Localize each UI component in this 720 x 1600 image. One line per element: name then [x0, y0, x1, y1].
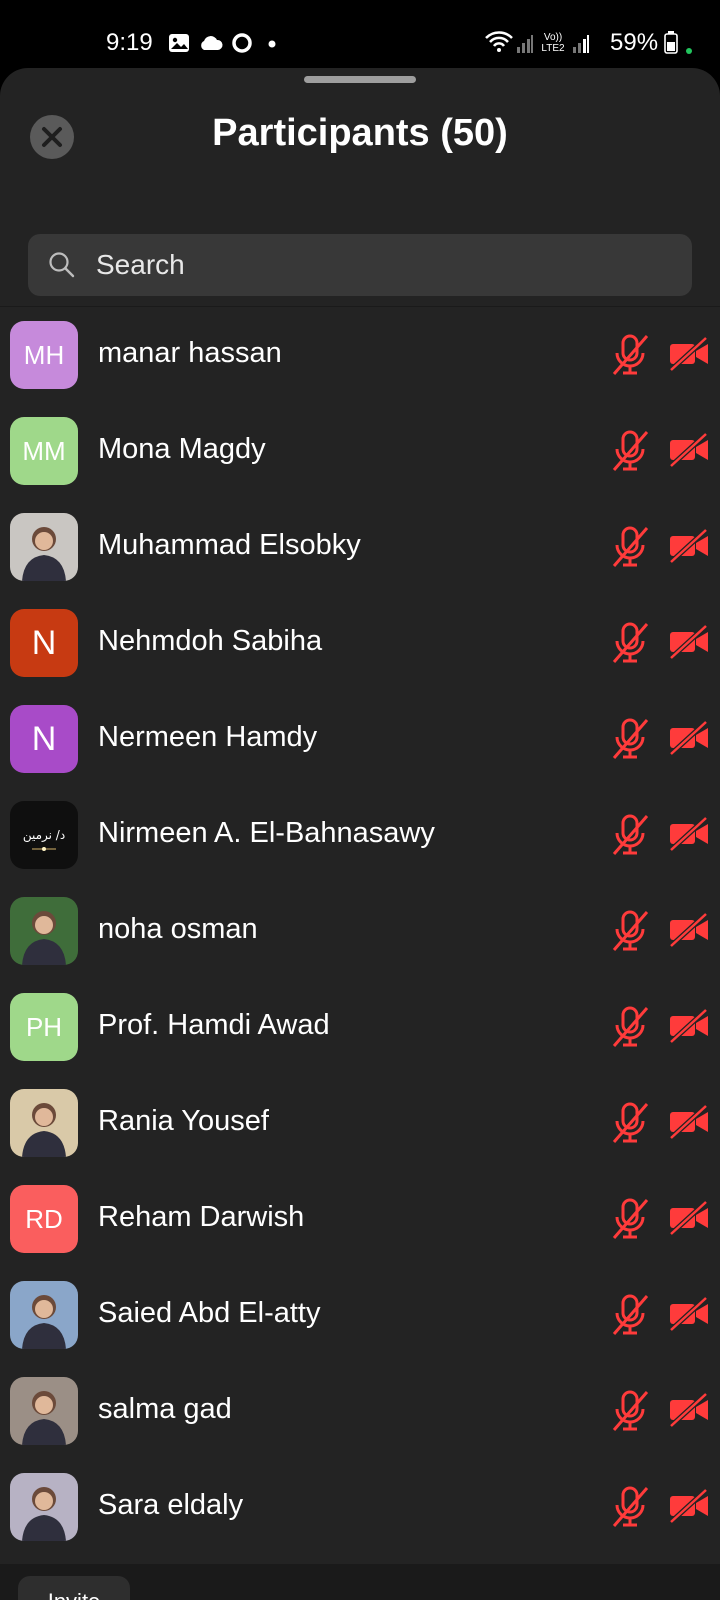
cloud-icon	[201, 36, 223, 50]
avatar: د/ نرمين	[10, 801, 78, 869]
mic-muted-icon	[610, 1293, 650, 1342]
participant-row[interactable]: MH manar hassan	[0, 307, 720, 403]
avatar: N	[10, 705, 78, 773]
participant-row[interactable]: Rania Yousef	[0, 1075, 720, 1171]
mic-muted-icon	[610, 1389, 650, 1438]
video-off-icon	[668, 1200, 710, 1240]
mic-muted-icon	[610, 1197, 650, 1246]
invite-button[interactable]: Invite	[18, 1576, 130, 1600]
avatar: RD	[10, 1185, 78, 1253]
participant-name: Nehmdoh Sabiha	[98, 625, 323, 657]
participant-row[interactable]: MM Mona Magdy	[0, 403, 720, 499]
avatar	[10, 1281, 78, 1349]
mic-muted-icon	[610, 429, 650, 478]
status-time: 9:19	[106, 29, 153, 56]
participant-row[interactable]: Saied Abd El-atty	[0, 1267, 720, 1363]
participant-row[interactable]: N Nermeen Hamdy	[0, 691, 720, 787]
participant-name: salma gad	[98, 1393, 232, 1425]
avatar: MH	[10, 321, 78, 389]
search-input[interactable]	[96, 234, 676, 296]
participant-row[interactable]: PH Prof. Hamdi Awad	[0, 979, 720, 1075]
participant-name: Muhammad Elsobky	[98, 529, 361, 561]
video-off-icon	[668, 1488, 710, 1528]
participant-row[interactable]: Muhammad Elsobky	[0, 499, 720, 595]
dot-icon	[268, 40, 276, 48]
avatar: MM	[10, 417, 78, 485]
search-icon	[49, 252, 75, 278]
participant-row[interactable]: د/ نرمين Nirmeen A. El-Bahnasawy	[0, 787, 720, 883]
participant-row[interactable]: noha osman	[0, 883, 720, 979]
video-off-icon	[668, 336, 710, 376]
participant-name: Mona Magdy	[98, 433, 266, 465]
video-off-icon	[668, 720, 710, 760]
video-off-icon	[668, 1104, 710, 1144]
mic-muted-icon	[610, 1005, 650, 1054]
mic-muted-icon	[610, 717, 650, 766]
participant-row[interactable]: N Nehmdoh Sabiha	[0, 595, 720, 691]
participant-name: Nermeen Hamdy	[98, 721, 318, 753]
video-off-icon	[668, 624, 710, 664]
network-label: Vo)) LTE2	[541, 32, 565, 54]
avatar	[10, 897, 78, 965]
mic-muted-icon	[610, 525, 650, 574]
page-title: Participants (50)	[212, 112, 508, 154]
mic-muted-icon	[610, 1101, 650, 1150]
battery-percent: 59%	[610, 29, 659, 56]
mic-muted-icon	[610, 909, 650, 958]
video-off-icon	[668, 1008, 710, 1048]
privacy-dot-icon	[686, 48, 692, 54]
video-off-icon	[668, 528, 710, 568]
mic-muted-icon	[610, 813, 650, 862]
avatar	[10, 1473, 78, 1541]
participant-name: noha osman	[98, 913, 258, 945]
sheet-grabber[interactable]	[304, 76, 416, 83]
participant-list[interactable]: MH manar hassan MM Mona Magdy Muhammad Elsob…	[0, 306, 720, 1564]
battery-icon	[664, 31, 678, 54]
mic-muted-icon	[610, 1485, 650, 1534]
participant-row[interactable]: RD Reham Darwish	[0, 1171, 720, 1267]
video-off-icon	[668, 1296, 710, 1336]
participant-name: Saied Abd El-atty	[98, 1297, 321, 1329]
participant-name: Nirmeen A. El-Bahnasawy	[98, 817, 435, 849]
vodafone-icon	[232, 33, 252, 53]
wifi-icon	[485, 31, 513, 52]
avatar: PH	[10, 993, 78, 1061]
signal-icon	[517, 35, 533, 53]
participant-name: Reham Darwish	[98, 1201, 305, 1233]
status-bar: 9:19 Vo)) LTE2 59%	[0, 0, 720, 66]
mic-muted-icon	[610, 333, 650, 382]
participant-name: Prof. Hamdi Awad	[98, 1009, 330, 1041]
video-off-icon	[668, 1392, 710, 1432]
video-off-icon	[668, 912, 710, 952]
avatar	[10, 513, 78, 581]
participant-row[interactable]: Sara eldaly	[0, 1459, 720, 1555]
video-off-icon	[668, 816, 710, 856]
bottom-bar: Invite	[0, 1564, 720, 1600]
mic-muted-icon	[610, 621, 650, 670]
participant-row[interactable]: salma gad	[0, 1363, 720, 1459]
svg-text:د/ نرمين: د/ نرمين	[23, 828, 65, 843]
participants-sheet: Participants (50) MH manar hassan MM Mona M…	[0, 68, 720, 1600]
participant-name: Rania Yousef	[98, 1105, 269, 1137]
avatar	[10, 1377, 78, 1445]
signal-icon-2	[573, 35, 589, 53]
gallery-icon	[169, 34, 189, 52]
avatar: N	[10, 609, 78, 677]
avatar	[10, 1089, 78, 1157]
participant-name: manar hassan	[98, 337, 282, 369]
search-box[interactable]	[28, 234, 692, 296]
video-off-icon	[668, 432, 710, 472]
participant-name: Sara eldaly	[98, 1489, 244, 1521]
